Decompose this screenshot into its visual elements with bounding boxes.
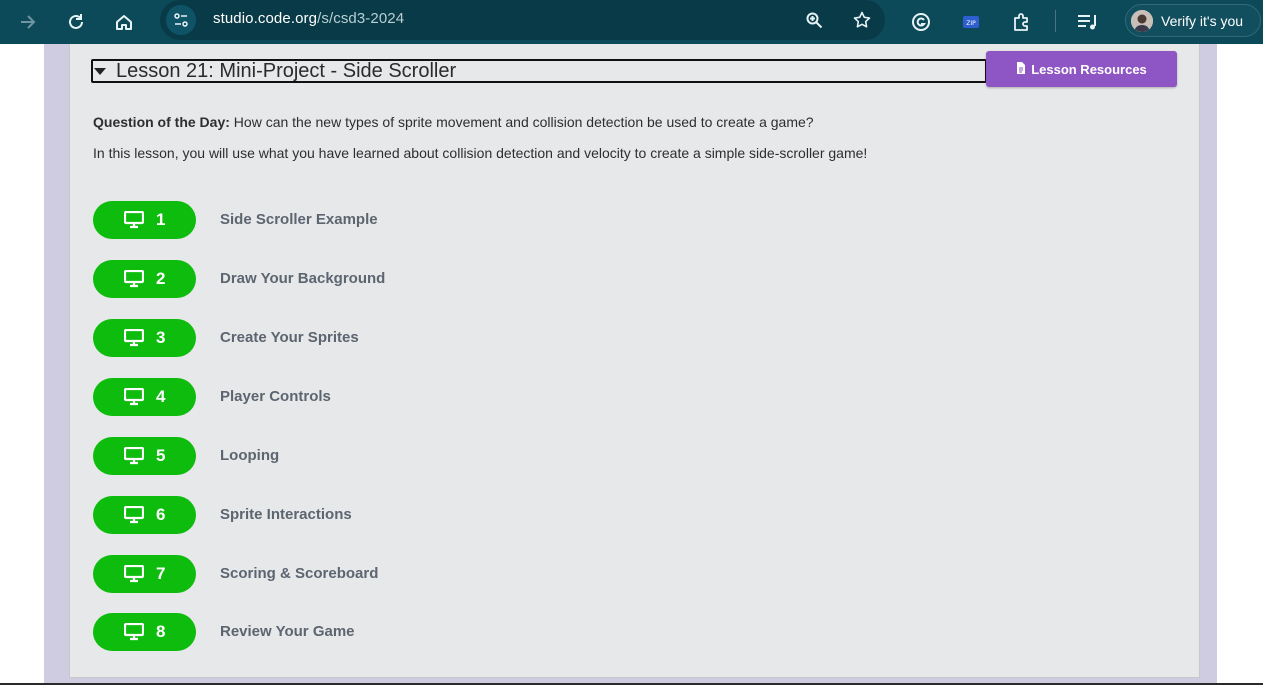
computer-monitor-icon [124, 565, 144, 583]
profile-label: Verify it's you [1161, 12, 1244, 29]
level-number: 3 [156, 328, 166, 347]
extensions-puzzle-icon[interactable] [1005, 6, 1037, 38]
level-name[interactable]: Scoring & Scoreboard [220, 565, 378, 582]
computer-monitor-icon [124, 447, 144, 465]
zip-extension-icon[interactable]: ZIP [955, 6, 987, 38]
lesson-resources-label: Lesson Resources [1031, 61, 1147, 77]
level-name[interactable]: Create Your Sprites [220, 329, 359, 346]
lesson-resources-button[interactable]: Lesson Resources [986, 51, 1177, 87]
level-row-8[interactable]: 8 Review Your Game [93, 613, 693, 651]
level-name[interactable]: Sprite Interactions [220, 506, 352, 523]
level-row-1[interactable]: 1 Side Scroller Example [93, 201, 693, 239]
level-bubble[interactable]: 8 [93, 613, 196, 651]
reload-icon[interactable] [60, 6, 92, 38]
url-text[interactable]: studio.code.org/s/csd3-2024 [213, 10, 404, 27]
question-of-the-day: Question of the Day: How can the new typ… [93, 114, 814, 130]
lesson-title: Lesson 21: Mini-Project - Side Scroller [116, 59, 457, 82]
level-name[interactable]: Looping [220, 447, 279, 464]
level-bubble[interactable]: 2 [93, 260, 196, 298]
media-control-icon[interactable] [1072, 6, 1104, 38]
level-number: 7 [156, 564, 166, 583]
level-bubble[interactable]: 1 [93, 201, 196, 239]
level-bubble[interactable]: 4 [93, 378, 196, 416]
level-number: 4 [156, 387, 166, 406]
level-bubble[interactable]: 3 [93, 319, 196, 357]
level-name[interactable]: Review Your Game [220, 623, 355, 640]
bookmark-star-icon[interactable] [846, 4, 878, 36]
avatar [1131, 9, 1153, 32]
level-row-2[interactable]: 2 Draw Your Background [93, 260, 693, 298]
home-icon[interactable] [108, 6, 140, 38]
level-number: 6 [156, 505, 166, 524]
forward-icon[interactable] [12, 6, 44, 38]
level-number: 8 [156, 622, 166, 641]
level-row-3[interactable]: 3 Create Your Sprites [93, 319, 693, 357]
computer-monitor-icon [124, 388, 144, 406]
level-number: 1 [156, 210, 166, 229]
toolbar-divider [1055, 10, 1056, 32]
level-row-6[interactable]: 6 Sprite Interactions [93, 496, 693, 534]
grammarly-icon[interactable] [905, 6, 937, 38]
computer-monitor-icon [124, 270, 144, 288]
qotd-text: How can the new types of sprite movement… [229, 114, 814, 130]
lesson-intro: In this lesson, you will use what you ha… [93, 145, 868, 161]
qotd-label: Question of the Day: [93, 114, 230, 130]
url-host: studio.code.org [213, 10, 318, 27]
level-name[interactable]: Draw Your Background [220, 270, 385, 287]
level-name[interactable]: Side Scroller Example [220, 211, 378, 228]
level-bubble[interactable]: 6 [93, 496, 196, 534]
address-bar[interactable]: studio.code.org/s/csd3-2024 [160, 0, 885, 40]
level-row-5[interactable]: 5 Looping [93, 437, 693, 475]
computer-monitor-icon [124, 211, 144, 229]
zip-label: ZIP [966, 20, 976, 27]
zoom-icon[interactable] [798, 4, 830, 36]
computer-monitor-icon [124, 506, 144, 524]
level-number: 5 [156, 446, 166, 465]
computer-monitor-icon [124, 329, 144, 347]
computer-monitor-icon [124, 623, 144, 641]
browser-toolbar: studio.code.org/s/csd3-2024 ZIP Verify i… [0, 0, 1263, 44]
level-row-4[interactable]: 4 Player Controls [93, 378, 693, 416]
profile-button[interactable]: Verify it's you [1125, 4, 1261, 37]
document-icon [1016, 61, 1026, 77]
level-name[interactable]: Player Controls [220, 388, 331, 405]
site-info-icon[interactable] [166, 5, 196, 35]
caret-down-icon [94, 67, 106, 75]
level-number: 2 [156, 269, 166, 288]
level-row-7[interactable]: 7 Scoring & Scoreboard [93, 555, 693, 593]
lesson-header-toggle[interactable]: Lesson 21: Mini-Project - Side Scroller [91, 59, 987, 83]
level-bubble[interactable]: 5 [93, 437, 196, 475]
url-path: /s/csd3-2024 [317, 10, 405, 27]
level-bubble[interactable]: 7 [93, 555, 196, 593]
